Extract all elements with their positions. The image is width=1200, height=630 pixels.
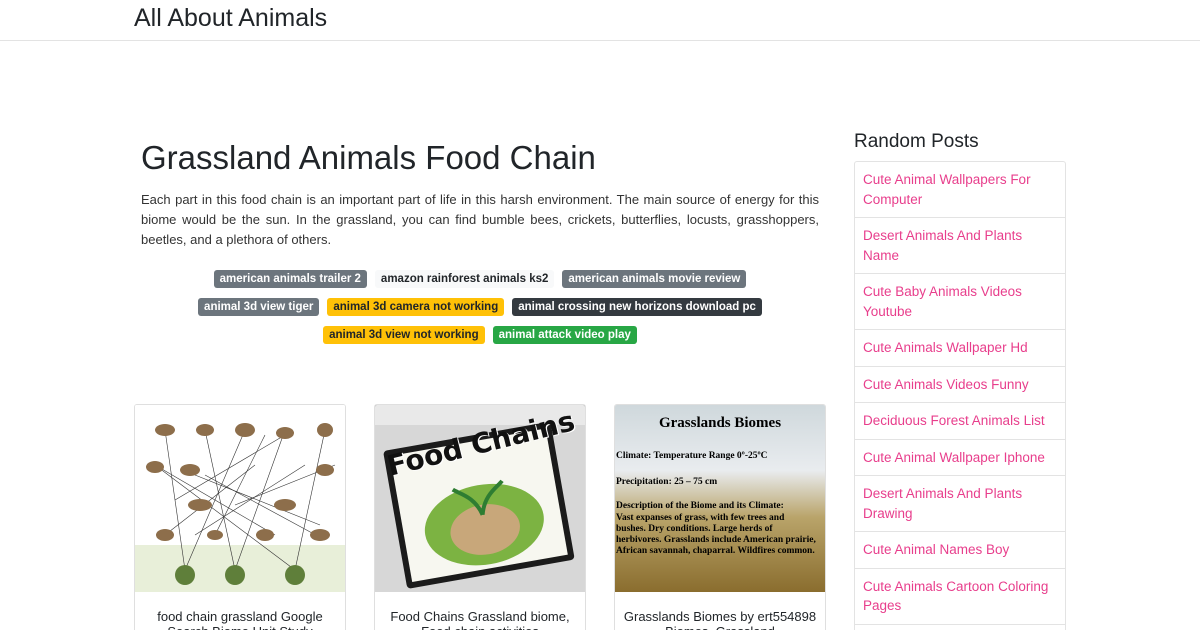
grasslands-image-title: Grasslands Biomes xyxy=(658,415,782,431)
tag-row: american animals trailer 2 amazon rainfor… xyxy=(134,265,826,293)
grasslands-climate: Climate: Temperature Range 0º-25ºC xyxy=(616,451,768,461)
tag-row: animal 3d view not working animal attack … xyxy=(134,321,826,349)
related-images: food chain grassland Google Search Biome… xyxy=(134,404,826,630)
random-post-link[interactable]: Cute Animals Cartoon Coloring Pages xyxy=(855,569,1065,625)
random-post-link[interactable]: Cute Animals Wallpaper Hd xyxy=(855,330,1065,367)
food-web-thumbnail[interactable] xyxy=(135,405,345,592)
tag-link[interactable]: american animals trailer 2 xyxy=(213,270,367,288)
article-intro: Each part in this food chain is an impor… xyxy=(141,192,819,247)
random-post-link[interactable]: Cute Animals Videos Funny xyxy=(855,367,1065,403)
tag-row: animal 3d view tiger animal 3d camera not… xyxy=(134,293,826,321)
sidebar-title: Random Posts xyxy=(854,131,979,152)
grasslands-image-text: Grasslands Biomes Climate: Temperature R… xyxy=(615,405,825,592)
image-caption[interactable]: Food Chains Grassland biome, Food chain … xyxy=(383,609,577,630)
tag-link[interactable]: animal crossing new horizons download pc xyxy=(512,298,762,316)
random-post-link[interactable]: Cute Animal Wallpapers For Computer xyxy=(855,162,1065,218)
tag-link[interactable]: animal attack video play xyxy=(492,326,637,344)
image-caption[interactable]: Grasslands Biomes by ert554898 Biomes, G… xyxy=(623,609,817,630)
tag-link[interactable]: american animals movie review xyxy=(562,270,747,288)
page-title: Grassland Animals Food Chain xyxy=(141,139,596,176)
random-post-link[interactable]: Deciduous Forest Animals List xyxy=(855,403,1065,440)
tag-cloud: american animals trailer 2 amazon rainfor… xyxy=(134,265,826,349)
food-web-illustration xyxy=(135,405,345,592)
random-post-link[interactable]: Cute Animal Names Boy xyxy=(855,532,1065,569)
site-brand-link[interactable]: All About Animals xyxy=(134,3,327,33)
tag-link[interactable]: amazon rainforest animals ks2 xyxy=(374,270,555,288)
random-post-link[interactable]: Desert Animals And Plants Drawing xyxy=(855,476,1065,532)
grasslands-description-title: Description of the Biome and its Climate… xyxy=(616,501,784,511)
tag-link[interactable]: animal 3d view tiger xyxy=(198,298,320,316)
grasslands-description: Vast expanses of grass, with few trees a… xyxy=(616,513,816,556)
sidebar: Random Posts Cute Animal Wallpapers For … xyxy=(854,130,1066,630)
food-chains-thumbnail[interactable]: Food Chains xyxy=(375,405,585,592)
top-navbar: All About Animals xyxy=(0,0,1200,41)
tag-link[interactable]: animal 3d view not working xyxy=(323,326,485,344)
random-posts-list: Cute Animal Wallpapers For Computer Deser… xyxy=(854,161,1066,630)
image-card-grasslands-biomes[interactable]: Grasslands Biomes Climate: Temperature R… xyxy=(614,404,826,630)
grasslands-precipitation: Precipitation: 25 – 75 cm xyxy=(616,477,718,487)
image-caption[interactable]: food chain grassland Google Search Biome… xyxy=(143,609,337,630)
random-post-link[interactable]: Cute Animal Drawings Pinterest xyxy=(855,625,1065,630)
image-card-food-chain-web[interactable]: food chain grassland Google Search Biome… xyxy=(134,404,346,630)
random-post-link[interactable]: Cute Baby Animals Videos Youtube xyxy=(855,274,1065,330)
random-post-link[interactable]: Desert Animals And Plants Name xyxy=(855,218,1065,274)
random-post-link[interactable]: Cute Animal Wallpaper Iphone xyxy=(855,440,1065,476)
image-card-food-chains[interactable]: Food Chains Food Chains Grassland biome,… xyxy=(374,404,586,630)
tag-link[interactable]: animal 3d camera not working xyxy=(327,298,505,316)
grasslands-thumbnail[interactable]: Grasslands Biomes Climate: Temperature R… xyxy=(615,405,825,592)
